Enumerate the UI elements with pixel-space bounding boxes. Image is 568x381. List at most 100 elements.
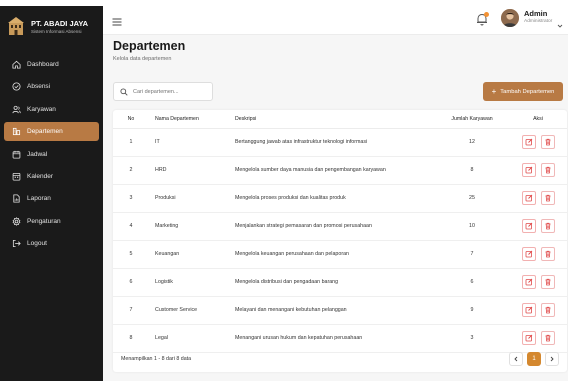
cell-no: 7 (113, 296, 149, 325)
trash-icon (544, 194, 552, 202)
edit-icon (525, 194, 533, 202)
delete-button[interactable] (540, 219, 555, 233)
sidebar-item-label: Departemen (27, 128, 63, 136)
delete-button[interactable] (540, 247, 555, 261)
department-table: No Nama Departemen Deskripsi Jumlah Kary… (113, 110, 567, 353)
header-employee-count: Jumlah Karyawan (435, 110, 509, 129)
cell-no: 6 (113, 268, 149, 297)
edit-icon (525, 166, 533, 174)
edit-icon (525, 250, 533, 258)
sidebar-item-laporan[interactable]: Laporan (4, 189, 99, 208)
cell-actions (509, 240, 567, 269)
delete-button[interactable] (540, 303, 555, 317)
sidebar-item-label: Absensi (27, 83, 51, 91)
cell-no: 1 (113, 128, 149, 157)
cell-actions (509, 212, 567, 241)
cell-employee-count: 7 (435, 240, 509, 269)
sidebar-item-pengaturan[interactable]: Pengaturan (4, 212, 99, 231)
edit-button[interactable] (521, 247, 536, 261)
prev-page-button[interactable] (509, 352, 523, 366)
edit-button[interactable] (521, 135, 536, 149)
sidebar-item-departemen[interactable]: Departemen (4, 122, 99, 142)
delete-button[interactable] (540, 191, 555, 205)
delete-button[interactable] (540, 135, 555, 149)
cell-name: Legal (149, 324, 235, 353)
chevron-down-icon[interactable] (557, 16, 563, 28)
cell-description: Menangani urusan hukum dan kepatuhan per… (235, 324, 435, 353)
sidebar-nav: Dashboard Absensi Karyawan Departemen Ja… (0, 55, 103, 253)
table-body: 1 IT Bertanggung jawab atas infrastruktur … (113, 128, 567, 353)
sidebar-item-karyawan[interactable]: Karyawan (4, 100, 99, 119)
search-box (113, 82, 213, 101)
delete-button[interactable] (540, 331, 555, 345)
menu-toggle-icon[interactable] (112, 14, 122, 26)
user-role: Administrator (524, 19, 553, 24)
trash-icon (544, 166, 552, 174)
pagination-info: Menampilkan 1 - 8 dari 8 data (121, 356, 192, 362)
edit-button[interactable] (521, 191, 536, 205)
cell-actions (509, 296, 567, 325)
edit-button[interactable] (521, 163, 536, 177)
notification-bell-icon[interactable] (475, 12, 489, 26)
add-department-button[interactable]: + Tambah Departemen (483, 82, 563, 101)
cell-no: 3 (113, 184, 149, 213)
cell-name: Marketing (149, 212, 235, 241)
table-row: 6 Logistik Mengelola distribusi dan pengad… (113, 268, 567, 297)
cell-no: 4 (113, 212, 149, 241)
search-icon (120, 87, 128, 96)
page-button-current[interactable]: 1 (527, 352, 541, 366)
edit-icon (525, 278, 533, 286)
table-header-row: No Nama Departemen Deskripsi Jumlah Kary… (113, 110, 567, 129)
trash-icon (544, 334, 552, 342)
calendar-grid-icon (11, 171, 21, 181)
cell-name: Keuangan (149, 240, 235, 269)
topbar: Admin Administrator (103, 6, 568, 35)
edit-button[interactable] (521, 219, 536, 233)
cell-name: HRD (149, 156, 235, 185)
table-row: 7 Customer Service Melayani dan menangani … (113, 296, 567, 325)
edit-button[interactable] (521, 275, 536, 289)
notification-dot (484, 12, 489, 17)
cell-employee-count: 9 (435, 296, 509, 325)
trash-icon (544, 306, 552, 314)
trash-icon (544, 222, 552, 230)
brand-title: PT. ABADI JAYA (31, 18, 89, 28)
next-page-button[interactable] (545, 352, 559, 366)
sidebar-item-absensi[interactable]: Absensi (4, 77, 99, 96)
add-department-label: Tambah Departemen (500, 88, 555, 95)
edit-icon (525, 222, 533, 230)
sidebar-item-label: Logout (27, 240, 47, 248)
trash-icon (544, 250, 552, 258)
delete-button[interactable] (540, 163, 555, 177)
calendar-icon (11, 149, 21, 159)
sidebar-item-kalender[interactable]: Kalender (4, 167, 99, 186)
sidebar-item-dashboard[interactable]: Dashboard (4, 55, 99, 74)
search-input[interactable] (133, 88, 212, 95)
sidebar-item-label: Karyawan (27, 105, 56, 113)
cell-actions (509, 184, 567, 213)
edit-button[interactable] (521, 331, 536, 345)
cell-name: Customer Service (149, 296, 235, 325)
cell-employee-count: 3 (435, 324, 509, 353)
department-table-card: No Nama Departemen Deskripsi Jumlah Kary… (113, 110, 567, 372)
user-info[interactable]: Admin Administrator (524, 9, 552, 24)
gear-icon (11, 216, 21, 226)
brand-subtitle: Sistem Informasi Absensi (31, 28, 82, 34)
sidebar-item-label: Dashboard (27, 61, 59, 68)
edit-button[interactable] (521, 303, 536, 317)
trash-icon (544, 278, 552, 286)
table-row: 4 Marketing Menjalankan strategi pemasaran… (113, 212, 567, 241)
cell-actions (509, 156, 567, 185)
edit-icon (525, 334, 533, 342)
sidebar-item-logout[interactable]: Logout (4, 234, 99, 253)
app-frame: PT. ABADI JAYA Sistem Informasi Absensi … (0, 6, 568, 381)
trash-icon (544, 138, 552, 146)
cell-employee-count: 12 (435, 128, 509, 157)
user-name: Admin (524, 9, 548, 18)
sidebar-item-jadwal[interactable]: Jadwal (4, 145, 99, 164)
chevron-left-icon (514, 356, 518, 362)
cell-description: Mengelola proses produksi dan kualitas p… (235, 184, 435, 213)
avatar[interactable] (501, 9, 519, 27)
delete-button[interactable] (540, 275, 555, 289)
table-row: 5 Keuangan Mengelola keuangan perusahaan d… (113, 240, 567, 269)
